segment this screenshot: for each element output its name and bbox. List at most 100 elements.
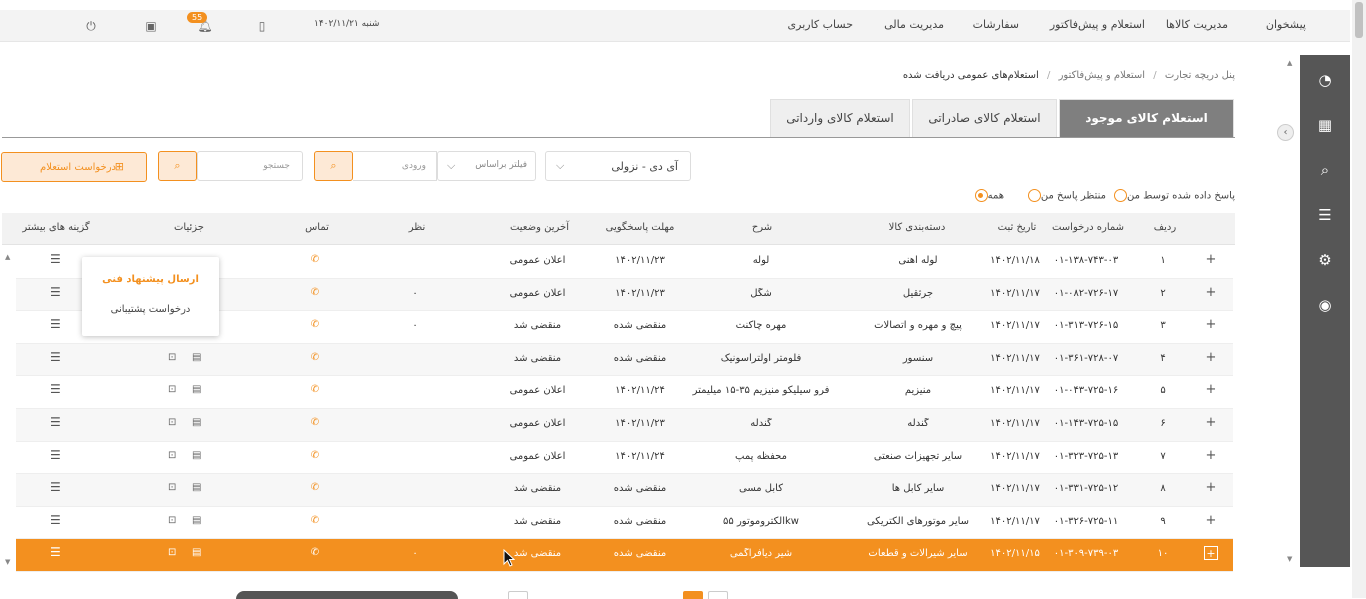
expand-row-plus-icon[interactable]: +: [1204, 546, 1218, 561]
more-options-menu-icon[interactable]: ☰: [50, 415, 61, 429]
more-options-menu-icon[interactable]: ☰: [50, 252, 61, 266]
menu-dashboard[interactable]: پیشخوان: [1266, 18, 1306, 31]
user-circle-icon[interactable]: ◉: [1313, 293, 1337, 317]
breadcrumb-home[interactable]: پنل دریچه تجارت: [1165, 70, 1235, 81]
document-icon[interactable]: ▤: [192, 450, 201, 461]
breadcrumb: پنل دریچه تجارت / استعلام و پیش‌فاکتور /…: [902, 70, 1235, 81]
view-details-icon[interactable]: ⊡: [168, 384, 176, 395]
request-inquiry-button[interactable]: درخواست استعلام ⊞: [1, 152, 147, 182]
table-cell: ۰۱-۳۱۳-۷۲۶-۱۵: [1053, 320, 1119, 332]
page-scrollbar[interactable]: [1352, 0, 1366, 598]
expand-row-plus-icon[interactable]: +: [1204, 318, 1218, 332]
filter-search-button[interactable]: ⌕: [314, 151, 353, 181]
filter-value-input[interactable]: ورودی: [353, 151, 437, 181]
table-row[interactable]: +۸ ۰۱-۳۳۱-۷۲۵-۱۲ ۱۴۰۲/۱۱/۱۷ سایر کابل ها کاب…: [16, 474, 1233, 507]
table-cell: ۸: [1160, 483, 1166, 495]
grid-plus-icon: ⊞: [114, 160, 124, 173]
clipboard-icon[interactable]: ▯: [253, 17, 271, 35]
table-scrollbar[interactable]: ▲ ▼: [2, 245, 16, 572]
settings-icon[interactable]: ⚙: [1313, 248, 1337, 272]
content-scrollbar[interactable]: ▲ ▼: [1286, 55, 1296, 567]
phone-icon[interactable]: ✆: [308, 319, 322, 330]
filter-by-select[interactable]: فیلتر براساس ⌵: [437, 151, 536, 181]
view-details-icon[interactable]: ⊡: [168, 352, 176, 363]
power-icon[interactable]: ⏻: [82, 17, 100, 35]
phone-icon[interactable]: ✆: [308, 482, 322, 493]
phone-icon[interactable]: ✆: [308, 352, 322, 363]
expand-row-plus-icon[interactable]: +: [1204, 481, 1218, 495]
document-icon[interactable]: ▤: [192, 417, 201, 428]
search-input[interactable]: جستجو: [197, 151, 303, 181]
view-details-icon[interactable]: ⊡: [168, 417, 176, 428]
expand-row-plus-icon[interactable]: +: [1204, 449, 1218, 463]
menu-finance[interactable]: مدیریت مالی: [884, 18, 944, 31]
table-cell: ۰: [412, 548, 418, 560]
expand-row-plus-icon[interactable]: +: [1204, 416, 1218, 430]
phone-icon[interactable]: ✆: [308, 287, 322, 298]
breadcrumb-inquiry[interactable]: استعلام و پیش‌فاکتور: [1059, 70, 1146, 81]
search-button[interactable]: ⌕: [158, 151, 197, 181]
document-icon[interactable]: ▤: [192, 384, 201, 395]
phone-icon[interactable]: ✆: [308, 450, 322, 461]
inquiry-search-icon[interactable]: ⌕: [1313, 158, 1337, 182]
document-icon[interactable]: ▤: [192, 352, 201, 363]
tab-domestic[interactable]: استعلام کالای موجود درکشور: [1059, 99, 1234, 161]
more-options-menu-icon[interactable]: ☰: [50, 285, 61, 299]
products-icon[interactable]: ▦: [1313, 113, 1337, 137]
table-cell: ۱: [1160, 255, 1166, 266]
search-icon: ⌕: [330, 159, 337, 172]
view-details-icon[interactable]: ⊡: [168, 482, 176, 493]
more-options-menu-icon[interactable]: ☰: [50, 545, 61, 559]
tab-export[interactable]: استعلام کالای صادراتی: [912, 99, 1057, 137]
tab-import[interactable]: استعلام کالای وارداتی: [770, 99, 910, 137]
clipboard-list-icon[interactable]: ☰: [1313, 203, 1337, 227]
menu-orders[interactable]: سفارشات: [973, 18, 1019, 31]
sort-select[interactable]: آی دی - نزولی ⌵: [545, 151, 691, 181]
more-options-menu-icon[interactable]: ☰: [50, 448, 61, 462]
menu-inquiry[interactable]: استعلام و پیش‌فاکتور: [1050, 18, 1145, 31]
menu-support-request[interactable]: درخواست پشتیبانی: [82, 304, 219, 315]
table-row[interactable]: +۵ ۰۱-۰۴۳-۷۲۵-۱۶ ۱۴۰۲/۱۱/۱۷ منیزیم فرو سیلیک…: [16, 376, 1233, 409]
radio-all[interactable]: همه: [971, 189, 1004, 202]
more-options-menu-icon[interactable]: ☰: [50, 513, 61, 527]
table-row[interactable]: +۷ ۰۱-۳۲۳-۷۲۵-۱۳ ۱۴۰۲/۱۱/۱۷ سایر تجهیزات صن…: [16, 441, 1233, 475]
menu-account[interactable]: حساب کاربری: [788, 18, 853, 31]
more-options-menu-icon[interactable]: ☰: [50, 480, 61, 494]
table-cell: منقضی شده: [613, 483, 667, 495]
expand-row-plus-icon[interactable]: +: [1204, 383, 1218, 397]
table-row[interactable]: +۱۰ ۰۱-۳۰۹-۷۳۹-۰۳ ۱۴۰۲/۱۱/۱۵ سایر شیرآلات و…: [16, 539, 1233, 572]
phone-icon[interactable]: ✆: [308, 417, 322, 428]
table-row[interactable]: +۶ ۰۱-۱۴۳-۷۲۵-۱۵ ۱۴۰۲/۱۱/۱۷ گندله گندله ۱۴۰۲/…: [16, 409, 1233, 442]
view-details-icon[interactable]: ⊡: [168, 515, 176, 526]
expand-row-plus-icon[interactable]: +: [1204, 351, 1218, 365]
expand-row-plus-icon[interactable]: +: [1204, 514, 1218, 528]
phone-icon[interactable]: ✆: [308, 547, 322, 558]
document-icon[interactable]: ▤: [192, 547, 201, 558]
table-cell: ۶: [1160, 418, 1166, 429]
table-cell: ۰۱-۳۶۱-۷۲۸-۰۷: [1053, 352, 1119, 364]
more-options-menu-icon[interactable]: ☰: [50, 382, 61, 396]
more-options-menu-icon[interactable]: ☰: [50, 350, 61, 364]
speedometer-icon[interactable]: ◔: [1313, 68, 1337, 92]
document-icon[interactable]: ▤: [192, 482, 201, 493]
radio-answered-by-me[interactable]: پاسخ داده شده توسط من: [1110, 189, 1235, 202]
phone-icon[interactable]: ✆: [308, 254, 322, 265]
phone-icon[interactable]: ✆: [308, 384, 322, 395]
more-options-menu-icon[interactable]: ☰: [50, 317, 61, 331]
view-details-icon[interactable]: ⊡: [168, 547, 176, 558]
view-details-icon[interactable]: ⊡: [168, 450, 176, 461]
expand-row-plus-icon[interactable]: +: [1204, 286, 1218, 300]
expand-row-plus-icon[interactable]: +: [1204, 253, 1218, 267]
document-icon[interactable]: ▤: [192, 515, 201, 526]
top-navbar: پیشخوان مدیریت کالاها استعلام و پیش‌فاکت…: [0, 10, 1350, 42]
menu-send-technical-offer[interactable]: ارسال پیشنهاد فنی: [82, 274, 219, 285]
menu-products[interactable]: مدیریت کالاها: [1166, 18, 1228, 31]
phone-icon[interactable]: ✆: [308, 515, 322, 526]
wallet-icon[interactable]: ▣: [142, 17, 160, 35]
table-cell: ۰۱-۱۴۳-۷۲۵-۱۵: [1053, 418, 1119, 429]
table-cell: ۲: [1160, 287, 1166, 299]
table-row[interactable]: +۴ ۰۱-۳۶۱-۷۲۸-۰۷ ۱۴۰۲/۱۱/۱۷ سنسور فلومتر اول…: [16, 343, 1233, 377]
table-cell: شگل: [750, 287, 772, 299]
radio-waiting-my-answer[interactable]: منتظر پاسخ من: [1024, 189, 1106, 202]
table-row[interactable]: +۹ ۰۱-۳۲۶-۷۲۵-۱۱ ۱۴۰۲/۱۱/۱۷ سایر موتورهای ا…: [16, 506, 1233, 540]
